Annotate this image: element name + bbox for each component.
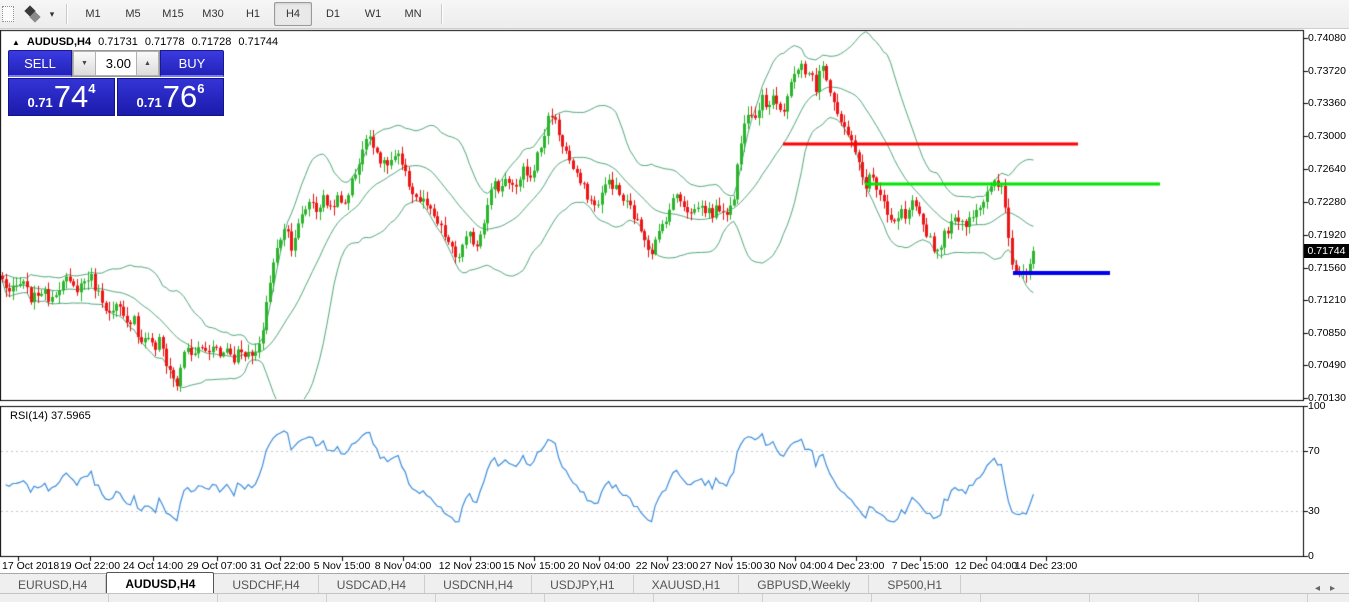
chart-tab-bar: EURUSD,H4AUDUSD,H4USDCHF,H4USDCAD,H4USDC… xyxy=(0,573,1349,594)
timeframe-button-w1[interactable]: W1 xyxy=(354,2,392,26)
volume-input[interactable]: 3.00 xyxy=(96,51,136,76)
date-axis-label: 12 Dec 04:00 xyxy=(955,560,1017,572)
top-toolbar: ▾ M1M5M15M30H1H4D1W1MN xyxy=(0,0,1349,29)
date-axis-label: 8 Nov 04:00 xyxy=(375,560,432,572)
toolbar-separator xyxy=(66,4,67,24)
price-axis-label: 0.71210 xyxy=(1308,294,1346,306)
price-axis-label: 0.73000 xyxy=(1308,130,1346,142)
price-axis-label: 0.70850 xyxy=(1308,327,1346,339)
price-axis-label: 0.71920 xyxy=(1308,229,1346,241)
price-axis-label: 0.73720 xyxy=(1308,65,1346,77)
date-axis-label: 12 Nov 23:00 xyxy=(439,560,501,572)
date-axis-label: 22 Nov 23:00 xyxy=(636,560,698,572)
sell-price-main: 74 xyxy=(54,80,88,113)
ohlc-high: 0.71778 xyxy=(145,36,185,48)
date-axis-label: 15 Nov 15:00 xyxy=(503,560,565,572)
chart-tab-usdcad[interactable]: USDCAD,H4 xyxy=(319,575,425,594)
one-click-trade-widget: SELL ▼ 3.00 ▲ BUY 0.71 74 4 0.71 76 6 xyxy=(8,50,224,116)
rsi-axis-label: 100 xyxy=(1308,400,1326,412)
rsi-indicator-label: RSI(14) 37.5965 xyxy=(10,410,91,422)
price-axis-label: 0.73360 xyxy=(1308,97,1346,109)
chart-tab-usdjpy[interactable]: USDJPY,H1 xyxy=(532,575,633,594)
timeframe-button-m15[interactable]: M15 xyxy=(154,2,192,26)
ohlc-open: 0.71731 xyxy=(98,36,138,48)
timeframe-button-m1[interactable]: M1 xyxy=(74,2,112,26)
date-axis-label: 19 Oct 22:00 xyxy=(60,560,120,572)
collapse-panel-icon[interactable]: ▲ xyxy=(12,38,20,47)
buy-price-pip: 6 xyxy=(197,81,204,96)
chart-ohlc-header: ▲ AUDUSD,H4 0.71731 0.71778 0.71728 0.71… xyxy=(12,36,278,48)
buy-price-prefix: 0.71 xyxy=(136,95,161,110)
date-axis-label: 30 Nov 04:00 xyxy=(764,560,826,572)
buy-price-main: 76 xyxy=(163,80,197,113)
chart-tab-gbpusd[interactable]: GBPUSD,Weekly xyxy=(739,575,869,594)
date-axis-label: 20 Nov 04:00 xyxy=(568,560,630,572)
price-axis-label: 0.70490 xyxy=(1308,359,1346,371)
rsi-axis-label: 0 xyxy=(1308,550,1314,562)
chart-tab-xauusd[interactable]: XAUUSD,H1 xyxy=(634,575,740,594)
date-axis-label: 24 Oct 14:00 xyxy=(123,560,183,572)
buy-price-panel[interactable]: 0.71 76 6 xyxy=(117,78,224,116)
timeframe-button-group: M1M5M15M30H1H4D1W1MN xyxy=(73,2,433,26)
chart-tab-eurusd[interactable]: EURUSD,H4 xyxy=(0,575,106,594)
sell-button[interactable]: SELL xyxy=(8,50,72,77)
price-axis-label: 0.74080 xyxy=(1308,32,1346,44)
timeframe-button-mn[interactable]: MN xyxy=(394,2,432,26)
sell-price-prefix: 0.71 xyxy=(27,95,52,110)
sell-price-panel[interactable]: 0.71 74 4 xyxy=(8,78,115,116)
volume-decrease-button[interactable]: ▼ xyxy=(73,51,96,76)
date-axis-label: 7 Dec 15:00 xyxy=(892,560,949,572)
price-axis-label: 0.72280 xyxy=(1308,196,1346,208)
timeframe-button-h1[interactable]: H1 xyxy=(234,2,272,26)
chevron-down-icon[interactable]: ▾ xyxy=(46,4,58,24)
price-axis-label: 0.71560 xyxy=(1308,262,1346,274)
sell-price-pip: 4 xyxy=(88,81,95,96)
ohlc-low: 0.71728 xyxy=(192,36,232,48)
timeframe-button-d1[interactable]: D1 xyxy=(314,2,352,26)
price-axis-label: 0.72640 xyxy=(1308,163,1346,175)
date-axis-label: 4 Dec 23:00 xyxy=(828,560,885,572)
ohlc-close: 0.71744 xyxy=(238,36,278,48)
date-axis-label: 5 Nov 15:00 xyxy=(314,560,371,572)
tile-windows-icon[interactable] xyxy=(20,4,46,24)
selection-icon[interactable] xyxy=(0,4,20,24)
chart-tab-usdcnh[interactable]: USDCNH,H4 xyxy=(425,575,532,594)
chart-tab-audusd[interactable]: AUDUSD,H4 xyxy=(106,572,214,594)
toolbar-separator xyxy=(441,4,442,24)
chart-symbol-label: AUDUSD,H4 xyxy=(27,36,91,48)
chart-tab-usdchf[interactable]: USDCHF,H4 xyxy=(214,575,318,594)
date-axis-label: 14 Dec 23:00 xyxy=(1015,560,1077,572)
date-axis-label: 17 Oct 2018 xyxy=(2,560,59,572)
current-price-tag: 0.71744 xyxy=(1304,244,1349,258)
volume-stepper: ▼ 3.00 ▲ xyxy=(72,50,160,77)
rsi-axis-label: 30 xyxy=(1308,505,1320,517)
date-axis-label: 31 Oct 22:00 xyxy=(250,560,310,572)
timeframe-button-h4[interactable]: H4 xyxy=(274,2,312,26)
chart-tab-sp500[interactable]: SP500,H1 xyxy=(869,575,961,594)
rsi-axis-label: 70 xyxy=(1308,445,1320,457)
buy-button[interactable]: BUY xyxy=(160,50,224,77)
volume-increase-button[interactable]: ▲ xyxy=(136,51,159,76)
date-axis-label: 27 Nov 15:00 xyxy=(700,560,762,572)
date-axis-label: 29 Oct 07:00 xyxy=(187,560,247,572)
timeframe-button-m5[interactable]: M5 xyxy=(114,2,152,26)
timeframe-button-m30[interactable]: M30 xyxy=(194,2,232,26)
